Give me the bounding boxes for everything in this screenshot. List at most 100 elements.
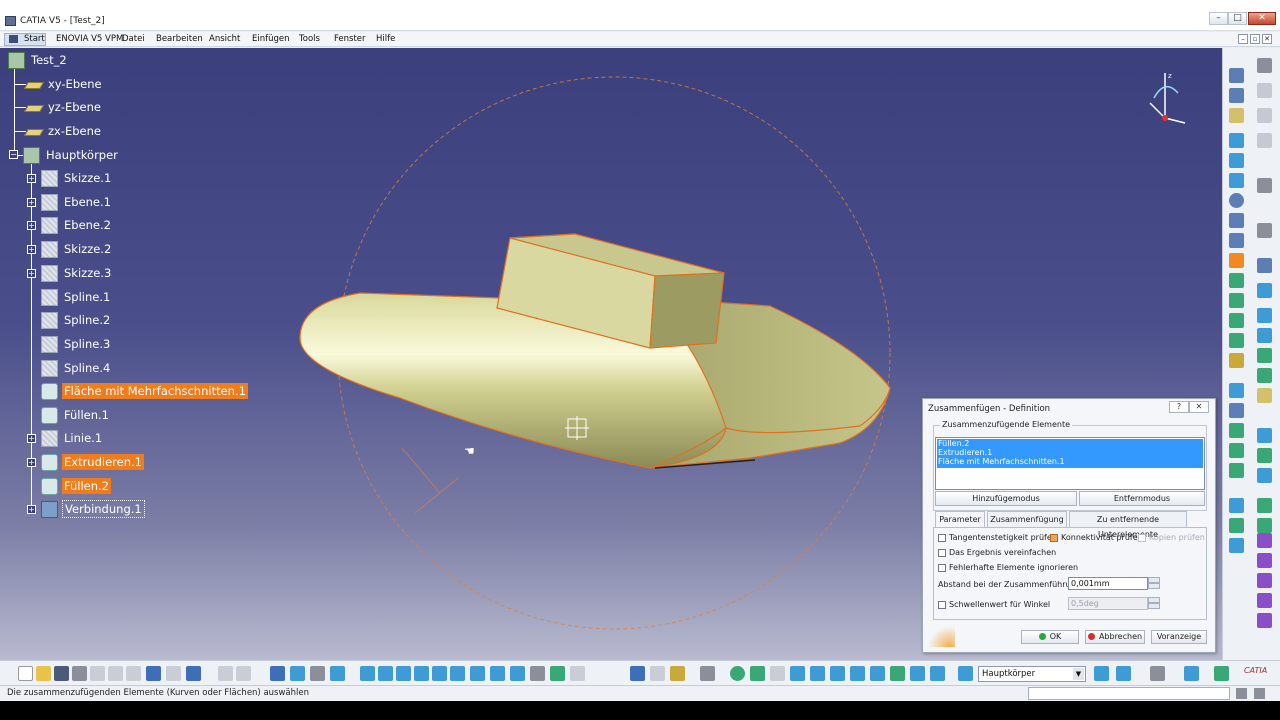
dialog-close-button[interactable]: ✕ [1189,401,1209,413]
tree-feature[interactable]: Ebene.1 [41,193,113,211]
tool-icon[interactable] [1229,233,1244,248]
list-item[interactable]: Füllen.2 [938,439,969,448]
tool-icon[interactable] [1184,666,1199,681]
tool-icon[interactable] [1257,58,1272,73]
ok-button[interactable]: OK [1021,630,1079,644]
tree-feature[interactable]: Skizze.1 [41,169,113,187]
pan-icon[interactable] [396,666,411,681]
tool-icon[interactable] [1229,293,1244,308]
tool-icon[interactable] [1257,368,1272,383]
tool-icon[interactable] [650,666,665,681]
tree-feature[interactable]: Füllen.2 [41,477,112,495]
list-item[interactable]: Extrudieren.1 [938,448,992,457]
formula-icon[interactable] [218,666,233,681]
tool-icon[interactable] [1236,688,1247,699]
table-icon[interactable] [270,666,285,681]
menu-ansicht[interactable]: Ansicht [209,34,240,44]
tool-icon[interactable] [1257,133,1272,148]
tool-icon[interactable] [1094,666,1109,681]
remove-mode-button[interactable]: Entfernmodus [1079,491,1205,506]
tool-icon[interactable] [1257,328,1272,343]
swap-icon[interactable] [550,666,565,681]
tree-root[interactable]: Test_2 [8,51,69,69]
menu-tools[interactable]: Tools [299,34,320,44]
tool-icon[interactable] [1229,193,1244,208]
tool-icon[interactable] [810,666,825,681]
expand-toggle[interactable]: + [27,269,36,278]
expand-toggle[interactable]: + [27,434,36,443]
tool-icon[interactable] [1229,498,1244,513]
angle-input[interactable]: 0,5deg [1068,597,1160,610]
tool-icon[interactable] [1229,443,1244,458]
tool-icon[interactable] [1257,468,1272,483]
spin-down-icon[interactable] [1148,603,1160,609]
tool-icon[interactable] [330,666,345,681]
fit-all-icon[interactable] [378,666,393,681]
doc-minimize-button[interactable]: – [1238,34,1248,44]
fly-icon[interactable] [360,666,375,681]
tool-icon[interactable] [958,666,973,681]
menu-start[interactable]: Start [24,34,45,44]
tool-icon[interactable] [1150,666,1165,681]
tool-icon[interactable] [310,666,325,681]
cut-icon[interactable] [90,666,105,681]
add-mode-button[interactable]: Hinzufügemodus [935,491,1077,506]
list-item[interactable]: Fläche mit Mehrfachschnitten.1 [938,457,1065,466]
tool-icon[interactable] [830,666,845,681]
tree-feature[interactable]: Ebene.2 [41,216,113,234]
tool-icon[interactable] [670,666,685,681]
tool-icon[interactable] [890,666,905,681]
tool-icon[interactable] [570,666,585,681]
tool-icon[interactable] [1257,593,1272,608]
tool-icon[interactable] [870,666,885,681]
tool-icon[interactable] [1257,108,1272,123]
normal-view-icon[interactable] [470,666,485,681]
dialog-help-button[interactable]: ? [1169,401,1189,413]
chevron-down-icon[interactable]: ▼ [1073,668,1084,680]
tool-icon[interactable] [1257,283,1272,298]
tool-icon[interactable] [1229,273,1244,288]
update-icon[interactable] [730,666,745,681]
tree-yz-plane[interactable]: yz-Ebene [25,98,103,116]
tree-hauptkoerper[interactable]: Hauptkörper [23,146,120,164]
tab-sub-elements[interactable]: Zu entfernende Unterelemente [1069,511,1187,539]
menu-enovia[interactable]: ENOVIA V5 VPM [56,34,123,44]
save-icon[interactable] [54,666,69,681]
tree-xy-plane[interactable]: xy-Ebene [25,75,104,93]
tool-icon[interactable] [1257,533,1272,548]
tool-icon[interactable] [750,666,765,681]
tree-feature[interactable]: Spline.3 [41,335,112,353]
tool-icon[interactable] [1229,253,1244,268]
tool-icon[interactable] [1257,388,1272,403]
spin-down-icon[interactable] [1148,583,1160,589]
paste-icon[interactable] [126,666,141,681]
expand-toggle[interactable]: + [27,505,36,514]
tool-icon[interactable] [1229,88,1244,103]
collapse-toggle[interactable]: − [9,150,18,159]
doc-restore-button[interactable]: ▫ [1250,34,1260,44]
isometric-view-icon[interactable] [490,666,505,681]
tool-icon[interactable] [1229,173,1244,188]
tool-icon[interactable] [1229,153,1244,168]
tool-icon[interactable] [1229,463,1244,478]
tangency-checkbox[interactable]: Tangentenstetigkeit prüfen [938,533,1057,542]
doc-close-button[interactable]: ✕ [1262,34,1272,44]
undo-icon[interactable] [146,666,161,681]
tree-feature[interactable]: Linie.1 [41,429,104,447]
whats-this-icon[interactable] [186,666,201,681]
rotate-icon[interactable] [414,666,429,681]
menu-bearbeiten[interactable]: Bearbeiten [156,34,203,44]
tree-feature[interactable]: Skizze.2 [41,240,113,258]
tool-icon[interactable] [1229,313,1244,328]
tool-icon[interactable] [1229,538,1244,553]
menu-datei[interactable]: Datei [122,34,145,44]
tool-icon[interactable] [1229,108,1244,123]
tab-zusammenfuegung[interactable]: Zusammenfügung [987,511,1067,527]
tool-icon[interactable] [910,666,925,681]
body-select[interactable]: Hauptkörper ▼ [978,666,1086,682]
expand-toggle[interactable]: + [27,221,36,230]
hide-show-icon[interactable] [530,666,545,681]
tool-icon[interactable] [1214,666,1229,681]
tool-icon[interactable] [1229,423,1244,438]
tool-icon[interactable] [850,666,865,681]
